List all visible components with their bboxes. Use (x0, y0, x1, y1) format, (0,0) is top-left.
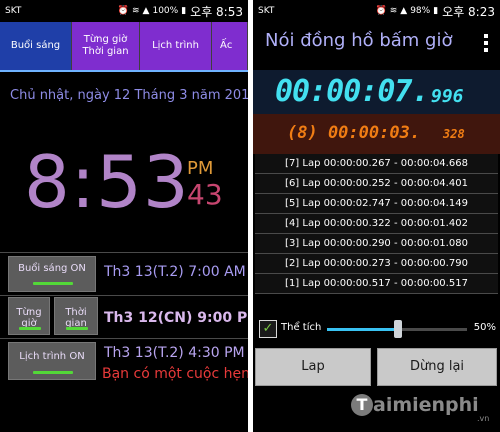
volume-label: Thể tích (281, 322, 322, 333)
status-bar: SKT ⏰ ≋ ▲ 100% ▮ 오후 8:53 (0, 0, 248, 22)
divider (0, 295, 248, 296)
toggle-indicator (33, 282, 73, 285)
divider (0, 338, 248, 339)
carrier-label: SKT (5, 6, 22, 16)
status-time: 오후 8:23 (442, 4, 495, 19)
lap-row: [4] Lap 00:00:00.322 - 00:00:01.402 (255, 214, 498, 234)
elapsed-milliseconds: 996 (431, 86, 464, 107)
lap-row: [3] Lap 00:00:00.290 - 00:00:01.080 (255, 234, 498, 254)
tab-indicator (0, 70, 248, 72)
lap-row: [7] Lap 00:00:00.267 - 00:00:04.668 (255, 154, 498, 174)
lap-button[interactable]: Lap (255, 348, 371, 386)
tab-bar: Buổi sáng Từng giờ Thời gian Lịch trình … (0, 22, 248, 70)
battery-icon: ▮ (433, 6, 439, 16)
elapsed-time-display: 00:00:07. 996 (253, 70, 500, 114)
hourly-alarm-toggle[interactable]: Từng giờ (8, 297, 50, 335)
elapsed-time: 00:00:07. (275, 74, 430, 109)
hourly-alarm-label: Từng giờ (16, 307, 42, 329)
lap-row: [5] Lap 00:00:02.747 - 00:00:04.149 (255, 194, 498, 214)
schedule-alarm-note: Bạn có một cuộc hẹn (102, 366, 248, 382)
morning-alarm-time: Th3 13(T.2) 7:00 AM (104, 264, 246, 280)
signal-icon: ▲ (142, 6, 150, 16)
volume-percent: 50% (473, 322, 496, 333)
time-alarm-toggle[interactable]: Thời gian (54, 297, 98, 335)
carrier-label: SKT (258, 6, 275, 16)
current-lap-display: (8) 00:00:03. 328 (253, 114, 500, 154)
ampm-label: PM (187, 158, 214, 179)
alarm-status-icon: ⏰ (117, 6, 129, 16)
alarm-status-icon: ⏰ (375, 6, 387, 16)
tab-hourly[interactable]: Từng giờ Thời gian (72, 22, 140, 70)
battery-icon: ▮ (181, 6, 187, 16)
watermark-domain: .vn (477, 414, 490, 423)
stopwatch-screen: SKT ⏰ ≋ ▲ 98% ▮ 오후 8:23 Nói đồng hồ bấm … (253, 0, 500, 432)
lap-row: [6] Lap 00:00:00.252 - 00:00:04.401 (255, 174, 498, 194)
current-date: Chủ nhật, ngày 12 Tháng 3 năm 2017 (10, 88, 248, 103)
wifi-icon: ≋ (389, 6, 398, 16)
volume-slider-fill (327, 328, 397, 331)
toggle-indicator (19, 327, 41, 330)
lap-list: [7] Lap 00:00:00.267 - 00:00:04.668 [6] … (255, 154, 498, 294)
stop-button[interactable]: Dừng lại (377, 348, 497, 386)
current-lap-time: (8) 00:00:03. (287, 123, 421, 143)
status-bar: SKT ⏰ ≋ ▲ 98% ▮ 오후 8:23 (253, 0, 500, 22)
volume-slider-thumb[interactable] (394, 320, 402, 338)
alarm-clock-screen: SKT ⏰ ≋ ▲ 100% ▮ 오후 8:53 Buổi sáng Từng … (0, 0, 248, 432)
signal-icon: ▲ (400, 6, 408, 16)
battery-percent: 98% (410, 6, 431, 16)
morning-alarm-toggle[interactable]: Buổi sáng ON (8, 256, 96, 292)
watermark-badge: T (351, 394, 373, 416)
tab-schedule[interactable]: Lịch trình (140, 22, 212, 70)
seconds-label: 43 (187, 178, 223, 211)
toggle-indicator (66, 327, 88, 330)
battery-percent: 100% (152, 6, 179, 16)
status-time: 오후 8:53 (190, 4, 243, 19)
tab-more[interactable]: Ấc (212, 22, 248, 70)
schedule-alarm-label: Lịch trình ON (19, 351, 85, 362)
volume-control: ✓ Thể tích 50% (253, 318, 500, 340)
current-lap-milliseconds: 328 (443, 127, 465, 141)
watermark-name: aimienphi (373, 394, 479, 416)
schedule-alarm-time: Th3 13(T.2) 4:30 PM (104, 345, 245, 361)
hourly-alarm-time: Th3 12(CN) 9:00 PM (104, 310, 248, 326)
digital-clock: 8:53 (24, 140, 190, 224)
wifi-icon: ≋ (132, 6, 140, 16)
status-icons: ⏰ ≋ ▲ 98% ▮ (376, 6, 439, 16)
lap-row: [2] Lap 00:00:00.273 - 00:00:00.790 (255, 254, 498, 274)
toggle-indicator (33, 371, 73, 374)
app-title: Nói đồng hồ bấm giờ (265, 30, 453, 51)
volume-checkbox[interactable]: ✓ (259, 320, 277, 338)
lap-row: [1] Lap 00:00:00.517 - 00:00:00.517 (255, 274, 498, 294)
morning-alarm-label: Buổi sáng ON (18, 263, 86, 274)
schedule-alarm-toggle[interactable]: Lịch trình ON (8, 342, 96, 380)
overflow-menu-icon[interactable] (484, 34, 488, 55)
divider (0, 252, 248, 253)
tab-morning[interactable]: Buổi sáng (0, 22, 72, 70)
status-icons: ⏰ ≋ ▲ 100% ▮ (118, 6, 186, 16)
time-alarm-label: Thời gian (65, 307, 87, 329)
